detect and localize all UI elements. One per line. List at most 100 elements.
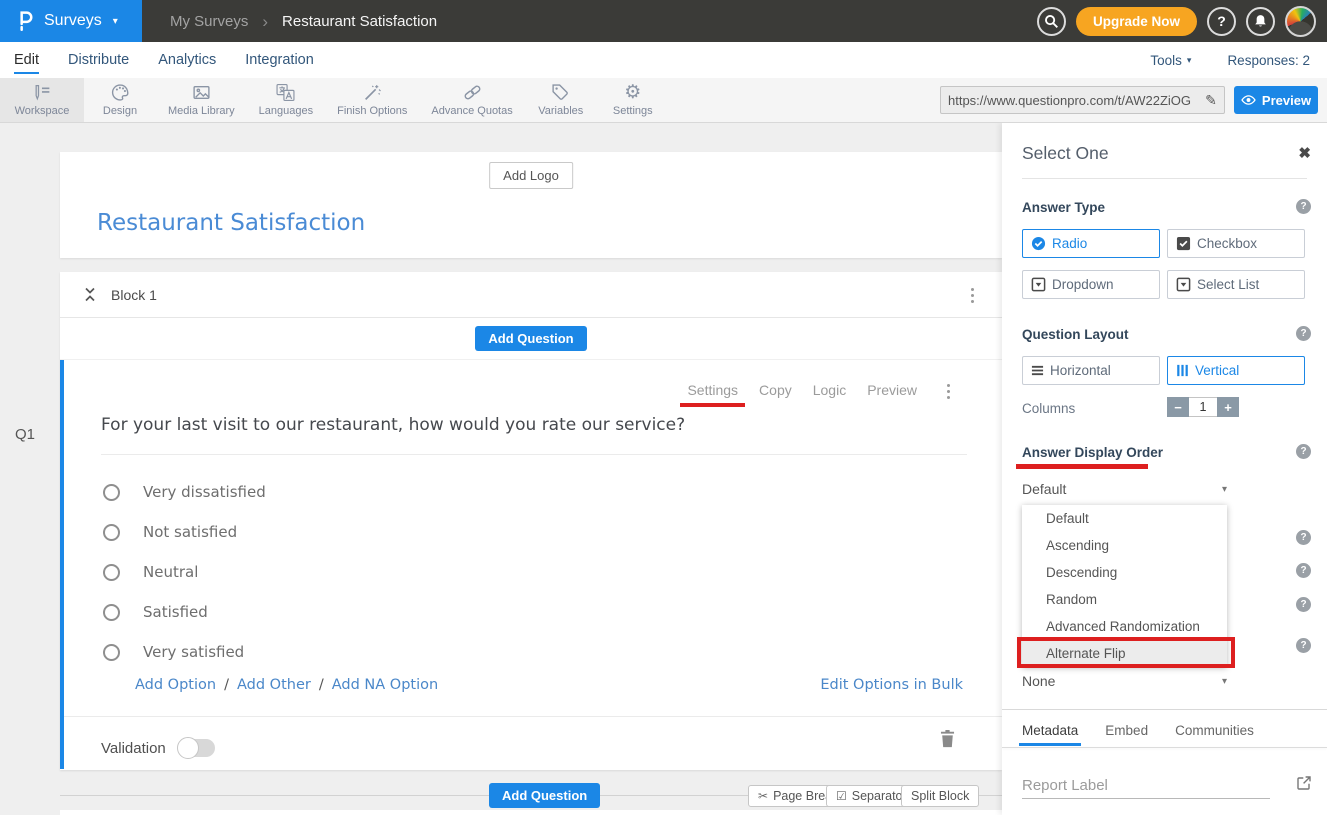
layout-horizontal[interactable]: Horizontal <box>1022 356 1160 385</box>
secondary-select[interactable]: None ▾ <box>1022 673 1227 689</box>
question-footer-divider <box>64 716 1002 717</box>
translate-icon <box>276 83 295 102</box>
add-question-button-top[interactable]: Add Question <box>475 326 586 351</box>
answer-option-label[interactable]: Very satisfied <box>143 643 244 661</box>
slash-separator: / <box>319 677 324 693</box>
answer-type-select-list[interactable]: Select List <box>1167 270 1305 299</box>
answer-option-label[interactable]: Not satisfied <box>143 523 237 541</box>
toolbar-item-design[interactable]: Design <box>84 78 156 122</box>
question-tab-settings[interactable]: Settings <box>687 382 738 398</box>
help-icon[interactable]: ? <box>1296 199 1311 214</box>
survey-url-input[interactable] <box>941 93 1198 108</box>
delete-question-trash-icon[interactable] <box>939 729 956 748</box>
add-logo-button[interactable]: Add Logo <box>489 162 573 189</box>
help-button[interactable]: ? <box>1207 7 1236 36</box>
plus-icon[interactable]: + <box>1217 397 1239 417</box>
block-menu-dots-icon[interactable] <box>971 288 974 303</box>
bell-icon <box>1253 14 1268 29</box>
menu-item-random[interactable]: Random <box>1022 586 1227 613</box>
question-tab-logic[interactable]: Logic <box>813 382 846 398</box>
help-icon[interactable]: ? <box>1296 530 1311 545</box>
app-switcher[interactable]: Surveys ▾ <box>0 0 142 42</box>
split-block-button[interactable]: Split Block <box>901 785 979 807</box>
preview-button[interactable]: Preview <box>1234 86 1318 114</box>
answer-option-label[interactable]: Satisfied <box>143 603 208 621</box>
dropdown-square-icon <box>1031 277 1046 292</box>
tab-embed[interactable]: Embed <box>1105 723 1148 738</box>
add-question-button-bottom[interactable]: Add Question <box>489 783 600 808</box>
answer-type-radio[interactable]: Radio <box>1022 229 1160 258</box>
tab-metadata[interactable]: Metadata <box>1022 723 1078 738</box>
breadcrumb-parent[interactable]: My Surveys <box>170 13 248 30</box>
question-tab-preview[interactable]: Preview <box>867 382 917 398</box>
notifications-button[interactable] <box>1246 7 1275 36</box>
toolbar-item-label: Advance Quotas <box>431 105 512 117</box>
validation-toggle[interactable] <box>179 739 215 757</box>
toolbar-item-advance-quotas[interactable]: Advance Quotas <box>419 78 524 122</box>
add-question-strip: Add Question <box>60 318 1002 360</box>
breadcrumb-current: Restaurant Satisfaction <box>282 13 437 30</box>
close-icon[interactable]: ✖ <box>1298 144 1311 162</box>
radio-icon[interactable] <box>103 604 120 621</box>
toolbar-item-variables[interactable]: Variables <box>525 78 597 122</box>
tab-analytics[interactable]: Analytics <box>158 52 216 68</box>
answer-type-dropdown[interactable]: Dropdown <box>1022 270 1160 299</box>
help-icon[interactable]: ? <box>1296 563 1311 578</box>
menu-item-ascending[interactable]: Ascending <box>1022 532 1227 559</box>
help-icon[interactable]: ? <box>1296 444 1311 459</box>
chevron-down-icon: ▾ <box>1187 55 1192 66</box>
panel-tabs: Metadata Embed Communities <box>1022 723 1254 738</box>
report-label-input[interactable] <box>1022 773 1270 799</box>
menu-item-descending[interactable]: Descending <box>1022 559 1227 586</box>
answer-type-checkbox[interactable]: Checkbox <box>1167 229 1305 258</box>
block-title[interactable]: Block 1 <box>111 287 157 303</box>
answer-display-order-label: Answer Display Order <box>1022 445 1163 460</box>
chip-label: Dropdown <box>1052 277 1114 292</box>
answer-option-label[interactable]: Very dissatisfied <box>143 483 266 501</box>
red-annotation-box <box>1017 637 1235 668</box>
avatar[interactable] <box>1285 6 1316 37</box>
columns-value[interactable]: 1 <box>1189 397 1217 417</box>
collapse-block-icon[interactable] <box>84 287 96 302</box>
radio-icon[interactable] <box>103 484 120 501</box>
minus-icon[interactable]: − <box>1167 397 1189 417</box>
palette-icon <box>111 83 130 102</box>
toolbar-item-settings[interactable]: ⚙ Settings <box>597 78 669 122</box>
edit-options-in-bulk-link[interactable]: Edit Options in Bulk <box>820 677 963 693</box>
upgrade-now-button[interactable]: Upgrade Now <box>1076 7 1197 36</box>
question-layout-label: Question Layout <box>1022 327 1129 342</box>
tab-integration[interactable]: Integration <box>245 52 314 68</box>
tools-dropdown[interactable]: Tools ▾ <box>1150 53 1191 68</box>
add-other-link[interactable]: Add Other <box>237 677 311 693</box>
help-icon[interactable]: ? <box>1296 597 1311 612</box>
search-button[interactable] <box>1037 7 1066 36</box>
question-text[interactable]: For your last visit to our restaurant, h… <box>101 415 685 435</box>
toolbar-item-media-library[interactable]: Media Library <box>156 78 247 122</box>
add-na-option-link[interactable]: Add NA Option <box>332 677 438 693</box>
radio-icon[interactable] <box>103 564 120 581</box>
expand-external-icon[interactable] <box>1296 775 1312 791</box>
toolbar-item-workspace[interactable]: Workspace <box>0 78 84 122</box>
survey-title[interactable]: Restaurant Satisfaction <box>97 210 365 236</box>
toolbar-item-languages[interactable]: Languages <box>247 78 325 122</box>
responses-count[interactable]: Responses: 2 <box>1227 53 1310 68</box>
tab-communities[interactable]: Communities <box>1175 723 1254 738</box>
question-tab-copy[interactable]: Copy <box>759 382 792 398</box>
add-option-link[interactable]: Add Option <box>135 677 216 693</box>
layout-vertical[interactable]: Vertical <box>1167 356 1305 385</box>
toolbar-item-finish-options[interactable]: Finish Options <box>325 78 419 122</box>
answer-display-order-select[interactable]: Default ▾ <box>1022 481 1227 497</box>
image-icon <box>192 83 211 102</box>
help-icon[interactable]: ? <box>1296 638 1311 653</box>
answer-option-label[interactable]: Neutral <box>143 563 198 581</box>
workspace-icon <box>33 83 52 102</box>
menu-item-default[interactable]: Default <box>1022 505 1227 532</box>
tab-edit[interactable]: Edit <box>14 52 39 68</box>
radio-icon[interactable] <box>103 524 120 541</box>
tab-distribute[interactable]: Distribute <box>68 52 129 68</box>
edit-url-pencil-icon[interactable]: ✎ <box>1198 92 1224 109</box>
menu-item-advanced-randomization[interactable]: Advanced Randomization <box>1022 613 1227 640</box>
help-icon[interactable]: ? <box>1296 326 1311 341</box>
radio-icon[interactable] <box>103 644 120 661</box>
question-menu-dots-icon[interactable] <box>947 384 950 399</box>
